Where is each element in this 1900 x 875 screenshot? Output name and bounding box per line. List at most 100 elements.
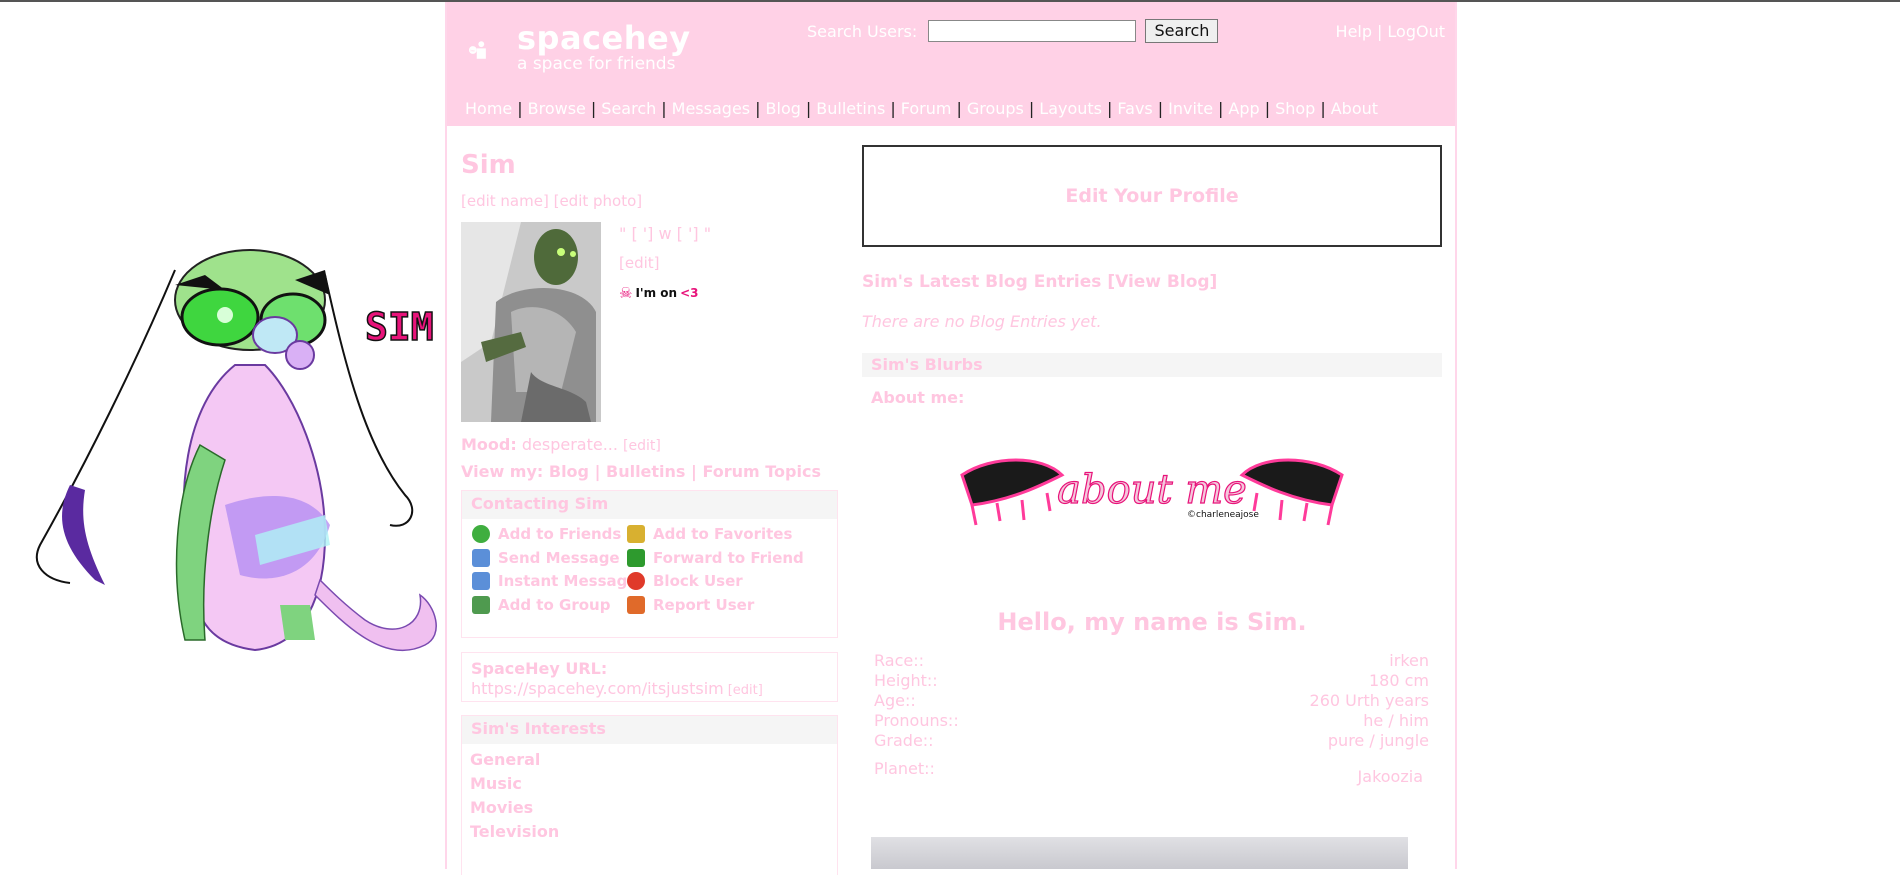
report-icon xyxy=(627,595,645,614)
nav-favs[interactable]: Favs xyxy=(1117,99,1152,118)
blurbs-title: Sim's Blurbs xyxy=(862,353,1442,377)
edit-name-link[interactable]: [edit name] xyxy=(461,192,549,210)
contact-add-to-friends[interactable]: Add to Friends xyxy=(472,525,621,543)
nav-search[interactable]: Search xyxy=(601,99,656,118)
hello-heading: Hello, my name is Sim. xyxy=(997,608,1307,636)
fact-key: Grade:: xyxy=(874,731,934,750)
fact-key: Race:: xyxy=(874,651,924,670)
contact-label: Block User xyxy=(653,572,743,590)
fact-value: he / him xyxy=(1363,711,1429,730)
search-button[interactable]: Search xyxy=(1145,19,1219,43)
view-my-forum-link[interactable]: Forum Topics xyxy=(702,462,821,481)
view-my-label: View my: xyxy=(461,462,544,481)
contact-label: Report User xyxy=(653,595,755,614)
contact-box-title: Contacting Sim xyxy=(462,491,837,519)
help-link[interactable]: Help xyxy=(1336,22,1372,41)
favorites-icon xyxy=(627,525,645,543)
mood-value: desperate... xyxy=(521,435,618,454)
nav-separator: | xyxy=(1107,99,1113,118)
contact-label: Add to Favorites xyxy=(653,525,793,543)
nav-about[interactable]: About xyxy=(1331,99,1378,118)
interest-movies: Movies xyxy=(470,798,534,817)
profile-name: Sim xyxy=(461,150,516,180)
logo-title[interactable]: spacehey xyxy=(517,19,691,57)
nav-invite[interactable]: Invite xyxy=(1168,99,1213,118)
block-icon xyxy=(627,572,645,590)
edit-photo-link[interactable]: [edit photo] xyxy=(554,192,643,210)
nav-blog[interactable]: Blog xyxy=(766,99,801,118)
blog-entries-title[interactable]: Sim's Latest Blog Entries [View Blog] xyxy=(862,272,1217,292)
nav-forum[interactable]: Forum xyxy=(901,99,952,118)
profile-photo-image xyxy=(461,222,601,422)
main-nav: Home | Browse | Search | Messages | Blog | Bulleti… xyxy=(465,99,1378,118)
contact-label: Forward to Friend xyxy=(653,548,804,567)
contact-forward-to-friend[interactable]: Forward to Friend xyxy=(627,548,804,567)
nav-home[interactable]: Home xyxy=(465,99,512,118)
profile-photo[interactable] xyxy=(461,222,601,422)
view-my-blog-link[interactable]: Blog xyxy=(549,462,589,481)
contact-instant-message[interactable]: Instant Message xyxy=(472,572,638,590)
message-icon xyxy=(472,548,490,567)
nav-messages[interactable]: Messages xyxy=(672,99,750,118)
contact-add-to-favorites[interactable]: Add to Favorites xyxy=(627,525,792,543)
contact-label: Send Message xyxy=(498,548,620,567)
about-me-banner-text: about me xyxy=(1057,467,1247,513)
nav-separator: | xyxy=(517,99,523,118)
interests-title: Sim's Interests xyxy=(462,716,837,744)
interest-music: Music xyxy=(470,774,522,793)
mascot-name-label: SIM xyxy=(365,305,434,349)
nav-separator: | xyxy=(1028,99,1035,118)
status-text: " [ '] w [ '] " xyxy=(619,224,712,243)
envelope-icon xyxy=(472,572,490,590)
nav-separator: | xyxy=(805,99,812,118)
nav-app[interactable]: App xyxy=(1228,99,1259,118)
nav-bulletins[interactable]: Bulletins xyxy=(816,99,885,118)
profile-page: hey spacehey a space for friends Search … xyxy=(445,2,1457,875)
interest-television: Television xyxy=(470,822,560,841)
forward-icon xyxy=(627,548,645,567)
about-me-banner-image: about me ©charleneajose xyxy=(960,458,1344,526)
fact-value: irken xyxy=(1389,651,1429,670)
logout-link[interactable]: LogOut xyxy=(1387,22,1445,41)
search-input[interactable] xyxy=(928,20,1137,42)
fact-key: Height:: xyxy=(874,671,938,690)
contact-send-message[interactable]: Send Message xyxy=(472,548,620,567)
view-my-bulletins-link[interactable]: Bulletins xyxy=(606,462,685,481)
fact-key: Age:: xyxy=(874,691,916,710)
separator: | xyxy=(1377,22,1383,41)
interest-general: General xyxy=(470,750,541,769)
url-edit-link[interactable]: [edit] xyxy=(728,683,763,698)
profile-url[interactable]: https://spacehey.com/itsjustsim xyxy=(471,679,724,698)
skull-icon: ☠ xyxy=(619,284,633,302)
edit-profile-button[interactable]: Edit Your Profile xyxy=(862,145,1442,247)
mood-edit-link[interactable]: [edit] xyxy=(623,438,661,454)
nav-separator: | xyxy=(590,99,597,118)
contact-report-user[interactable]: Report User xyxy=(627,595,755,614)
no-blog-message: There are no Blog Entries yet. xyxy=(862,312,1102,331)
nav-separator: | xyxy=(1157,99,1164,118)
fact-value: Jakoozia xyxy=(1357,767,1423,786)
fact-value: pure / jungle xyxy=(1327,731,1429,750)
nav-shop[interactable]: Shop xyxy=(1275,99,1315,118)
nav-groups[interactable]: Groups xyxy=(967,99,1024,118)
search-label: Search Users: xyxy=(807,21,918,41)
status-edit-link[interactable]: [edit] xyxy=(619,254,660,272)
top-links: Help | LogOut xyxy=(1336,22,1445,41)
nav-separator: | xyxy=(1218,99,1224,118)
banner-credit: ©charleneajose xyxy=(1187,510,1259,520)
site-header: hey spacehey a space for friends Search … xyxy=(447,2,1455,126)
separator: | xyxy=(691,462,697,481)
nav-separator: | xyxy=(890,99,896,118)
url-row: https://spacehey.com/itsjustsim [edit] xyxy=(471,679,763,698)
fact-key: Pronouns:: xyxy=(874,711,959,730)
svg-text:hey: hey xyxy=(471,49,476,52)
contact-box: Contacting Sim Add to Friends Add to Favo… xyxy=(461,490,838,638)
nav-browse[interactable]: Browse xyxy=(528,99,586,118)
logo-subtitle: a space for friends xyxy=(517,54,676,74)
view-my-links: View my: Blog | Bulletins | Forum Topics xyxy=(461,462,821,481)
contact-add-to-group[interactable]: Add to Group xyxy=(472,595,610,614)
nav-layouts[interactable]: Layouts xyxy=(1039,99,1102,118)
fact-key: Planet:: xyxy=(874,759,935,778)
nav-separator: | xyxy=(661,99,667,118)
contact-block-user[interactable]: Block User xyxy=(627,572,743,590)
